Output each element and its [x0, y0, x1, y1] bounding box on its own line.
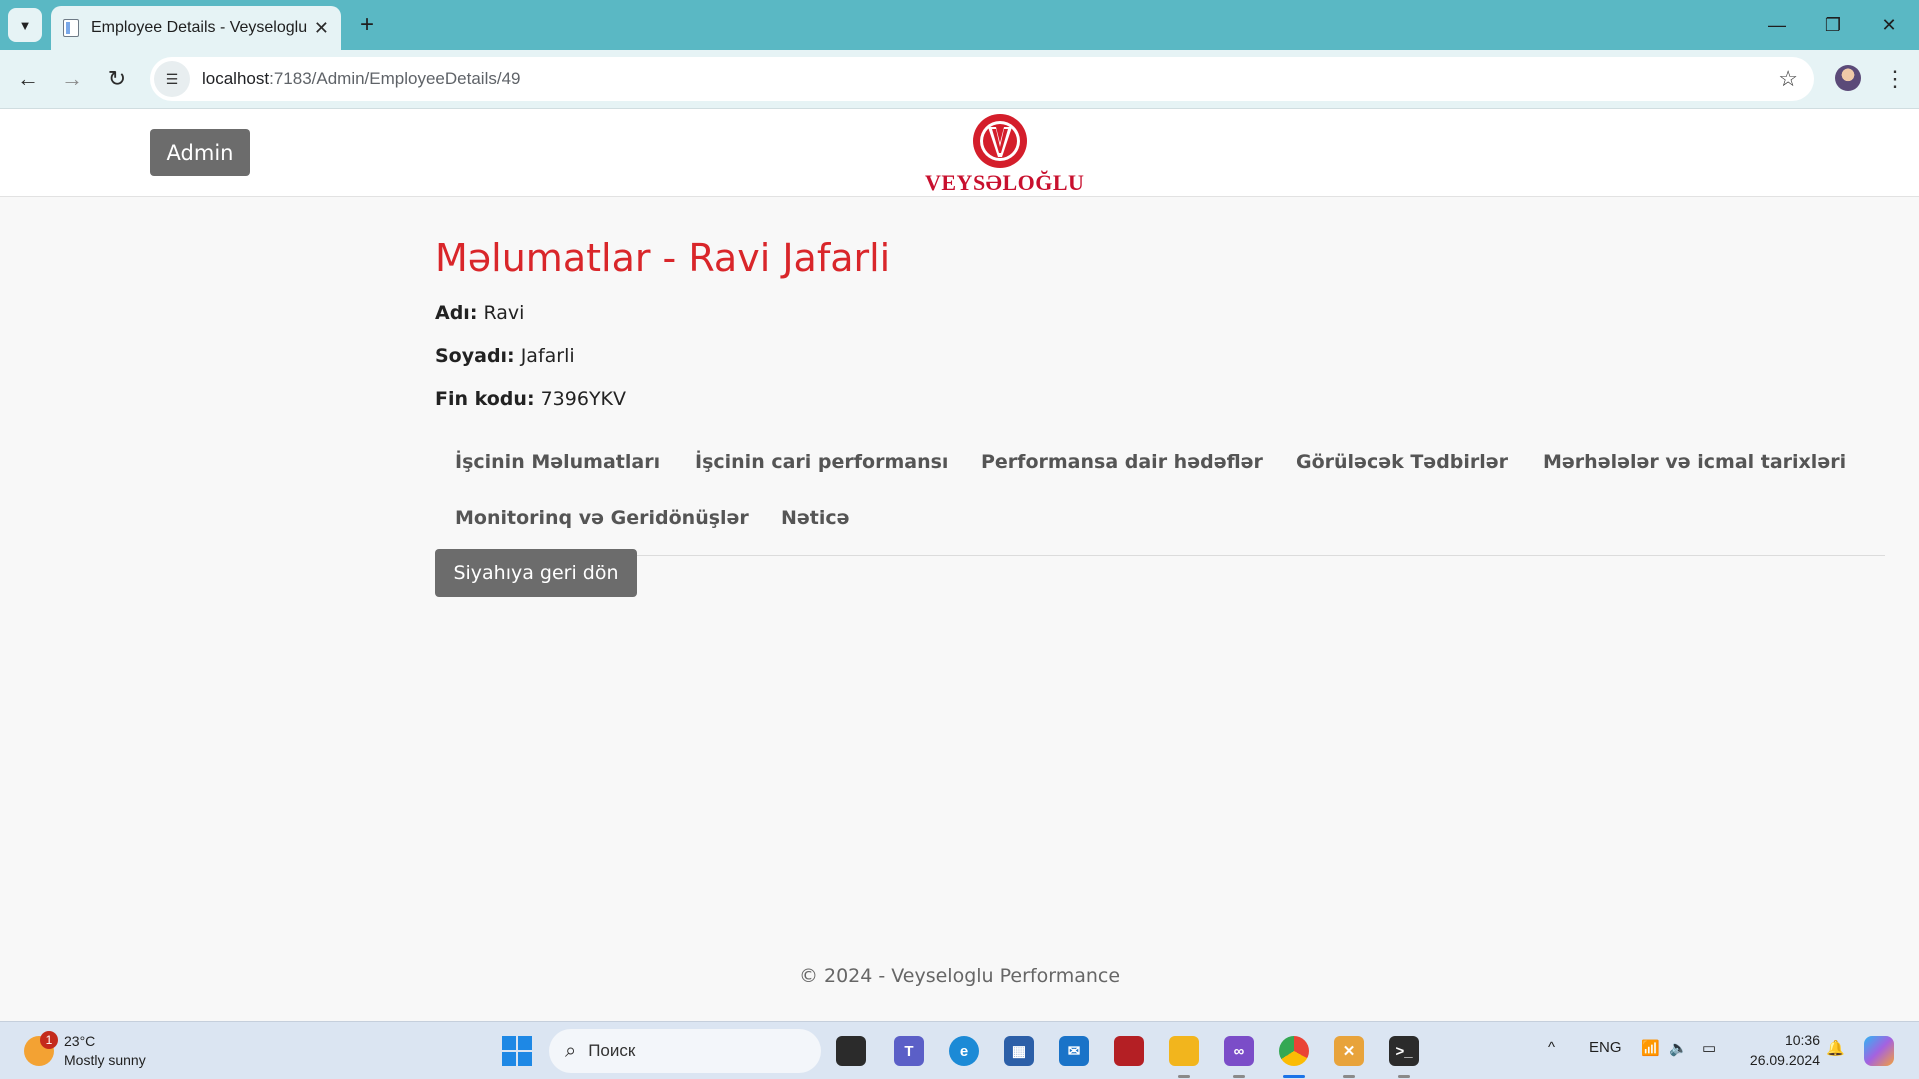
logo-text: VEYSƏLOĞLU: [925, 170, 1085, 195]
page-title: Məlumatlar - Ravi Jafarli: [435, 236, 891, 280]
tab-milestones[interactable]: Mərhələlər və icmal tarixləri: [1543, 451, 1846, 473]
fin-code-row: Fin kodu: 7396YKV: [435, 388, 1885, 410]
first-name-value: Ravi: [483, 302, 525, 324]
last-name-label: Soyadı:: [435, 345, 515, 367]
minimize-icon: —: [1768, 14, 1786, 35]
arrow-left-icon: ←: [17, 66, 39, 91]
windows-logo-icon: [502, 1036, 516, 1050]
company-logo[interactable]: VEYSƏLOĞLU: [925, 111, 1085, 197]
tune-icon: ☰: [165, 70, 179, 87]
logo-mark-icon: [973, 114, 1027, 168]
weather-temperature: 23°C: [64, 1033, 96, 1049]
url-path: :7183/Admin/EmployeeDetails/49: [269, 69, 521, 88]
start-button[interactable]: [502, 1036, 532, 1066]
copilot-icon[interactable]: [1864, 1036, 1894, 1066]
url-host: localhost: [202, 69, 270, 88]
tab-title: Employee Details - Veyseloglu P: [91, 19, 311, 36]
tab-monitoring[interactable]: Monitorinq və Geridönüşlər: [455, 507, 749, 529]
chrome-icon[interactable]: [1279, 1036, 1309, 1066]
taskbar-search-placeholder: Поиск: [588, 1041, 636, 1060]
restore-button[interactable]: ❐: [1805, 0, 1861, 50]
file-explorer-icon[interactable]: [1169, 1036, 1199, 1066]
chevron-down-icon: ▼: [18, 17, 32, 33]
windows-taskbar: 1 23°C Mostly sunny ⌕ Поиск T e ▦ ✉ ∞ ✕ …: [0, 1021, 1919, 1079]
footer-copyright: © 2024 - Veyseloglu Performance: [798, 965, 1121, 987]
search-icon: ⌕: [565, 1039, 577, 1062]
explorer-running-indicator: [1178, 1075, 1190, 1078]
forward-button[interactable]: →: [55, 62, 89, 96]
weather-sun-icon: 1: [24, 1031, 58, 1066]
tab-search-button[interactable]: ▼: [8, 8, 42, 42]
plus-icon: +: [359, 11, 374, 38]
tab-result[interactable]: Nəticə: [781, 507, 850, 529]
bookmark-star-icon[interactable]: ☆: [1778, 66, 1798, 92]
wifi-icon[interactable]: 📶: [1641, 1039, 1660, 1057]
browser-menu-button[interactable]: ⋮: [1880, 62, 1910, 96]
clock-date: 26.09.2024: [1749, 1052, 1820, 1068]
reload-button[interactable]: ↻: [100, 62, 134, 96]
url-text: localhost:7183/Admin/EmployeeDetails/49: [202, 69, 520, 89]
more-vert-icon: ⋮: [1884, 66, 1906, 91]
weather-widget[interactable]: 1 23°C Mostly sunny: [24, 1031, 146, 1070]
visual-studio-icon[interactable]: ∞: [1224, 1036, 1254, 1066]
arrow-right-icon: →: [61, 66, 83, 91]
new-tab-button[interactable]: +: [352, 10, 382, 40]
chrome-active-indicator: [1283, 1075, 1305, 1078]
teams-icon[interactable]: T: [894, 1036, 924, 1066]
terminal-icon[interactable]: >_: [1389, 1036, 1419, 1066]
tools-running-indicator: [1343, 1075, 1355, 1078]
admin-button[interactable]: Admin: [150, 129, 250, 176]
tab-performance-goals[interactable]: Performansa dair hədəflər: [981, 451, 1263, 473]
back-to-list-button[interactable]: Siyahıya geri dön: [435, 549, 637, 597]
vs-running-indicator: [1233, 1075, 1245, 1078]
browser-tabstrip: ▼ Employee Details - Veyseloglu P ✕ + — …: [0, 0, 1919, 50]
close-icon: ✕: [1881, 14, 1897, 35]
browser-tab-active[interactable]: Employee Details - Veyseloglu P ✕: [51, 6, 341, 50]
close-window-button[interactable]: ✕: [1861, 0, 1917, 50]
site-header: Admin VEYSƏLOĞLU: [0, 109, 1919, 197]
sql-server-icon[interactable]: [1114, 1036, 1144, 1066]
language-indicator[interactable]: ENG: [1589, 1039, 1622, 1056]
first-name-label: Adı:: [435, 302, 478, 324]
back-button[interactable]: ←: [11, 62, 45, 96]
tab-employee-info[interactable]: İşcinin Məlumatları: [455, 451, 660, 473]
fin-code-label: Fin kodu:: [435, 388, 535, 410]
weather-badge: 1: [40, 1031, 58, 1049]
tab-current-performance[interactable]: İşcinin cari performansı: [695, 451, 948, 473]
last-name-row: Soyadı: Jafarli: [435, 345, 1885, 367]
site-info-button[interactable]: ☰: [154, 61, 190, 97]
fin-code-value: 7396YKV: [540, 388, 627, 410]
reload-icon: ↻: [107, 66, 127, 91]
task-view-icon[interactable]: [836, 1036, 866, 1066]
notification-bell-icon[interactable]: 🔔: [1826, 1039, 1845, 1057]
close-tab-icon[interactable]: ✕: [314, 18, 329, 39]
address-bar[interactable]: ☰ localhost:7183/Admin/EmployeeDetails/4…: [150, 57, 1814, 101]
terminal-running-indicator: [1398, 1075, 1410, 1078]
minimize-button[interactable]: —: [1749, 0, 1805, 50]
chevron-up-icon[interactable]: ^: [1548, 1039, 1555, 1056]
restore-icon: ❐: [1824, 14, 1842, 35]
edge-icon[interactable]: e: [949, 1036, 979, 1066]
volume-icon[interactable]: 🔈: [1669, 1039, 1688, 1057]
browser-toolbar: ← → ↻ ☰ localhost:7183/Admin/EmployeeDet…: [0, 50, 1919, 109]
clock-time: 10:36: [1784, 1032, 1820, 1048]
last-name-value: Jafarli: [520, 345, 575, 367]
details-tabs: İşcinin Məlumatları İşcinin cari perform…: [435, 442, 1885, 556]
weather-description: Mostly sunny: [64, 1052, 146, 1068]
store-icon[interactable]: ▦: [1004, 1036, 1034, 1066]
profile-avatar[interactable]: [1835, 65, 1861, 91]
first-name-row: Adı: Ravi: [435, 302, 1885, 324]
mail-icon[interactable]: ✉: [1059, 1036, 1089, 1066]
taskbar-search[interactable]: ⌕ Поиск: [549, 1029, 821, 1073]
system-clock[interactable]: 10:36 26.09.2024: [1738, 1030, 1820, 1070]
battery-icon[interactable]: ▭: [1702, 1039, 1716, 1057]
tools-icon[interactable]: ✕: [1334, 1036, 1364, 1066]
tab-action-items[interactable]: Görüləcək Tədbirlər: [1296, 451, 1508, 473]
page-favicon-icon: [63, 19, 79, 37]
employee-details: Məlumatlar - Ravi Jafarli Adı: Ravi Soya…: [435, 236, 1885, 597]
